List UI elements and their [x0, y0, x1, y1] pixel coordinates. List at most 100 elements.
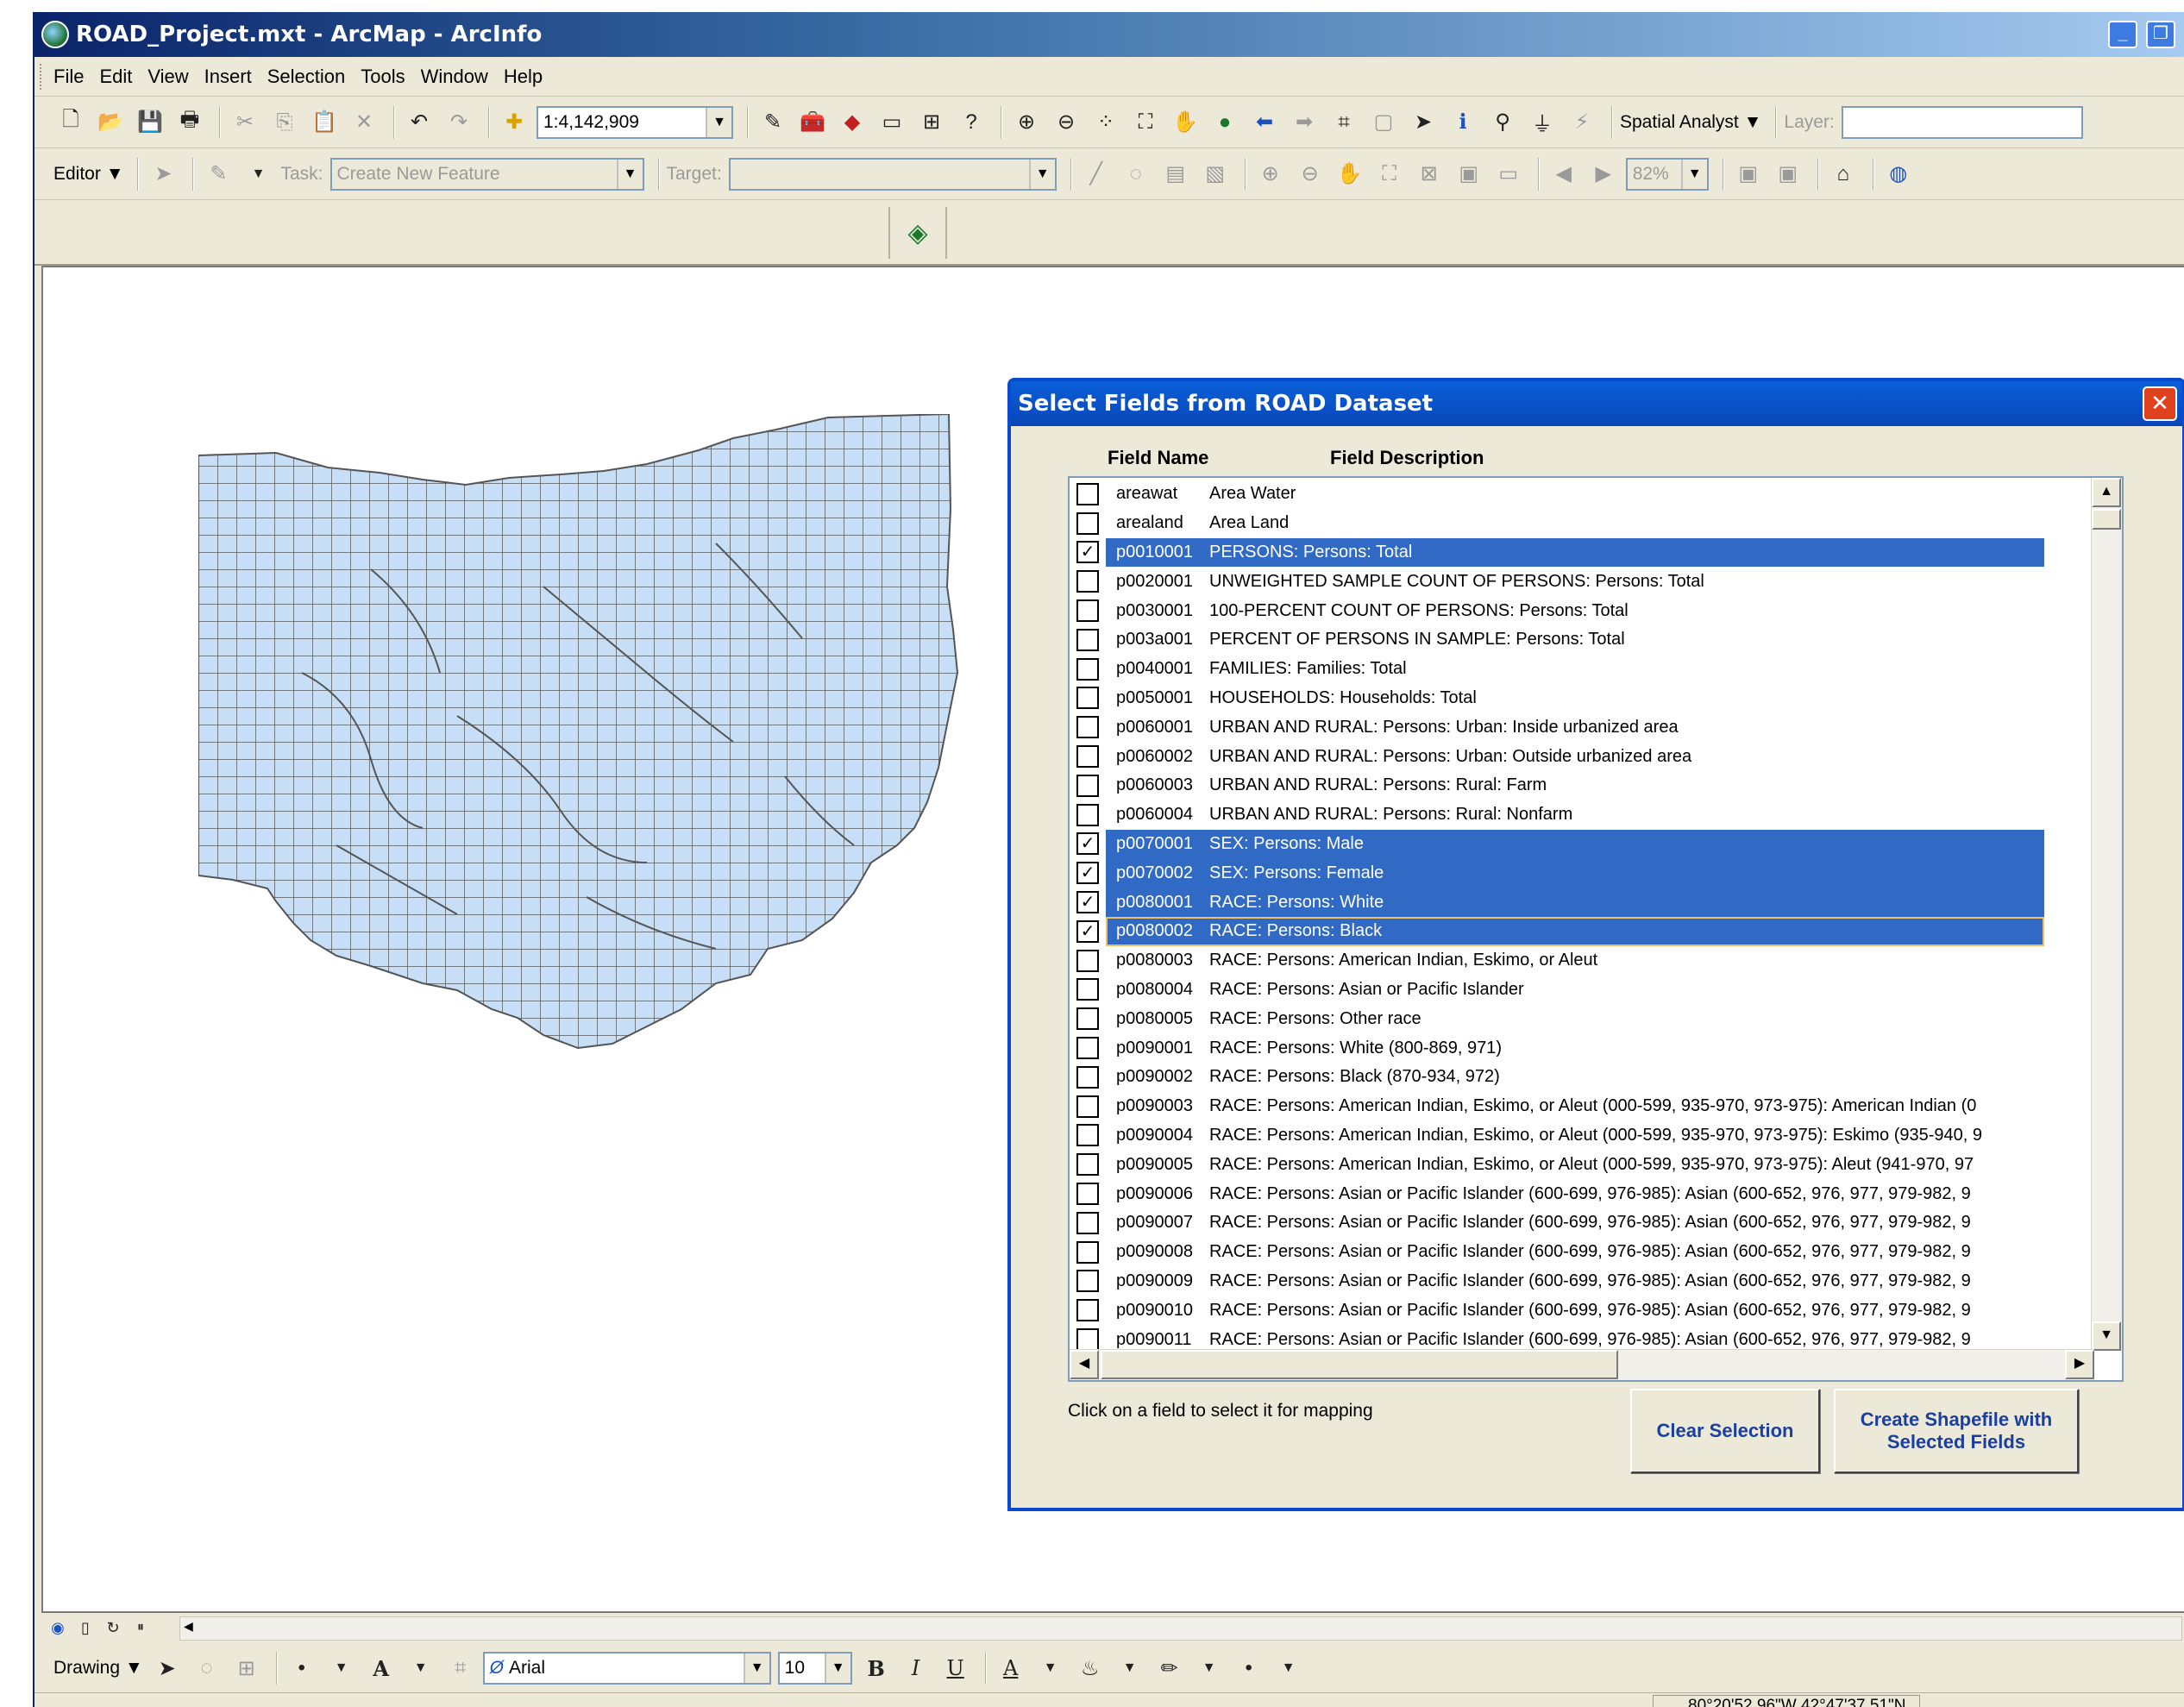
field-row-text[interactable]: p0060002 URBAN AND RURAL: Persons: Urban:… — [1106, 742, 2044, 771]
field-row-text[interactable]: p003a001 PERCENT OF PERSONS IN SAMPLE: Pe… — [1106, 625, 2044, 655]
close-icon[interactable]: ✕ — [2143, 386, 2177, 421]
new-point-icon[interactable]: • — [285, 1651, 319, 1685]
field-checkbox[interactable] — [1076, 716, 1099, 739]
field-row-text[interactable]: p0090006 RACE: Persons: Asian or Pacific … — [1106, 1179, 2044, 1208]
zoom-1-1-icon[interactable]: ▭ — [1491, 157, 1526, 191]
field-checkbox[interactable] — [1076, 1299, 1099, 1322]
line-color-icon[interactable]: ✏ — [1152, 1651, 1187, 1685]
minimize-button[interactable]: _ — [2108, 21, 2137, 48]
field-row-text[interactable]: p0090002 RACE: Persons: Black (870-934, 9… — [1106, 1063, 2044, 1092]
field-row[interactable]: p0090002 RACE: Persons: Black (870-934, 9… — [1070, 1063, 2044, 1092]
field-row[interactable]: arealand Area Land — [1070, 509, 2044, 538]
field-row-text[interactable]: p0090001 RACE: Persons: White (800-869, 9… — [1106, 1033, 2044, 1063]
edit-tool-icon[interactable]: ➤ — [146, 157, 180, 191]
field-checkbox[interactable]: ✓ — [1076, 541, 1099, 564]
field-row-text[interactable]: p0080005 RACE: Persons: Other race — [1106, 1004, 2044, 1033]
clear-selection-icon[interactable]: ▢ — [1366, 105, 1401, 140]
font-size-combo[interactable]: 10 ▼ — [777, 1652, 852, 1685]
marker-color-icon[interactable]: • — [1232, 1651, 1266, 1685]
copy-icon[interactable]: ⎘ — [267, 105, 302, 140]
field-row-text[interactable]: p0090005 RACE: Persons: American Indian, … — [1106, 1150, 2044, 1179]
scroll-left-icon[interactable]: ◀ — [1070, 1350, 1099, 1379]
field-row[interactable]: ✓ p0080001 RACE: Persons: White — [1070, 888, 2044, 917]
field-row-text[interactable]: p0090010 RACE: Persons: Asian or Pacific … — [1106, 1296, 2044, 1325]
task-combo[interactable]: Create New Feature ▼ — [329, 157, 644, 191]
field-checkbox[interactable] — [1076, 949, 1099, 972]
chevron-down-icon[interactable]: ▼ — [1271, 1651, 1306, 1685]
field-checkbox[interactable] — [1076, 1124, 1099, 1147]
underline-icon[interactable]: U — [938, 1651, 973, 1685]
field-row-text[interactable]: p0030001 100-PERCENT COUNT OF PERSONS: Pe… — [1106, 596, 2044, 625]
chevron-down-icon[interactable]: ▼ — [324, 1651, 359, 1685]
field-checkbox[interactable] — [1076, 1153, 1099, 1177]
field-row[interactable]: p0090003 RACE: Persons: American Indian, … — [1070, 1092, 2044, 1121]
field-row[interactable]: ✓ p0010001 PERSONS: Persons: Total — [1070, 537, 2044, 568]
font-color-icon[interactable]: A — [994, 1651, 1028, 1685]
field-row-text[interactable]: p0080003 RACE: Persons: American Indian, … — [1106, 946, 2044, 976]
zoom-in-icon[interactable]: ⊕ — [1009, 105, 1044, 140]
field-checkbox[interactable]: ✓ — [1076, 862, 1099, 885]
scroll-right-icon[interactable]: ▶ — [2065, 1350, 2094, 1379]
field-row[interactable]: ✓ p0070001 SEX: Persons: Male — [1070, 829, 2044, 859]
change-layout-icon[interactable]: ⌂ — [1826, 157, 1861, 191]
field-checkbox[interactable] — [1076, 511, 1099, 535]
scroll-left-icon[interactable]: ◀ — [184, 1619, 193, 1634]
field-row-text[interactable]: p0090008 RACE: Persons: Asian or Pacific … — [1106, 1238, 2044, 1267]
sketch-tool-icon[interactable]: ✎ — [201, 157, 235, 191]
field-row-text[interactable]: p0070002 SEX: Persons: Female — [1106, 858, 2044, 888]
select-elements-icon[interactable]: ➤ — [150, 1651, 185, 1685]
field-row[interactable]: p0060001 URBAN AND RURAL: Persons: Urban:… — [1070, 712, 2044, 742]
field-row-text[interactable]: p0080002 RACE: Persons: Black — [1106, 916, 2044, 946]
field-row-text[interactable]: p0050001 HOUSEHOLDS: Households: Total — [1106, 684, 2044, 713]
field-checkbox[interactable] — [1076, 570, 1099, 593]
layout-zoom-out-icon[interactable]: ⊖ — [1293, 157, 1327, 191]
rotate-element-icon[interactable]: ◌ — [190, 1651, 224, 1685]
road-tool-icon[interactable]: ◈ — [888, 207, 947, 259]
field-row[interactable]: p0090010 RACE: Persons: Asian or Pacific … — [1070, 1296, 2044, 1325]
zoom-to-elements-icon[interactable]: ⊞ — [229, 1651, 264, 1685]
field-row[interactable]: p0040001 FAMILIES: Families: Total — [1070, 655, 2044, 684]
find-binoculars-icon[interactable]: ⚲ — [1485, 105, 1520, 140]
chevron-down-icon[interactable]: ▼ — [706, 107, 731, 137]
field-row-text[interactable]: areawat Area Water — [1106, 480, 2044, 509]
menu-tools[interactable]: Tools — [361, 66, 405, 88]
map-scale-combo[interactable]: 1:4,142,909 ▼ — [537, 105, 733, 139]
field-row[interactable]: p0080003 RACE: Persons: American Indian, … — [1070, 946, 2044, 976]
hyperlink-icon[interactable]: ⚡ — [1565, 105, 1599, 140]
chevron-down-icon[interactable]: ▼ — [743, 1654, 769, 1683]
field-checkbox[interactable] — [1076, 1270, 1099, 1293]
field-checkbox[interactable] — [1076, 628, 1099, 651]
editor-menu[interactable]: Editor ▼ — [53, 164, 123, 185]
map-horizontal-scrollbar[interactable]: ◀ — [179, 1616, 2182, 1641]
menu-file[interactable]: File — [53, 66, 84, 88]
field-checkbox[interactable] — [1076, 1037, 1099, 1060]
field-row[interactable]: p0060002 URBAN AND RURAL: Persons: Urban:… — [1070, 742, 2044, 771]
field-checkbox[interactable] — [1076, 1095, 1099, 1118]
horizontal-scrollbar[interactable]: ◀ ▶ — [1070, 1349, 2094, 1380]
field-row[interactable]: ✓ p0070002 SEX: Persons: Female — [1070, 858, 2044, 888]
refresh-view-icon[interactable]: ↻ — [102, 1610, 124, 1645]
field-row-text[interactable]: p0060001 URBAN AND RURAL: Persons: Urban:… — [1106, 712, 2044, 742]
field-row-text[interactable]: p0090009 RACE: Persons: Asian or Pacific … — [1106, 1267, 2044, 1296]
target-combo[interactable]: ▼ — [728, 157, 1057, 191]
previous-extent-icon[interactable]: ◀ — [1547, 157, 1581, 191]
field-row-text[interactable]: p0080001 RACE: Persons: White — [1106, 888, 2044, 917]
select-features-icon[interactable]: ⌗ — [1327, 105, 1361, 140]
field-checkbox[interactable] — [1076, 482, 1099, 505]
field-row[interactable]: p0090004 RACE: Persons: American Indian, … — [1070, 1121, 2044, 1151]
print-icon[interactable]: 🖶 — [173, 105, 207, 140]
field-row[interactable]: p0090007 RACE: Persons: Asian or Pacific … — [1070, 1208, 2044, 1238]
font-combo[interactable]: Ø Arial ▼ — [482, 1652, 771, 1685]
chevron-down-icon[interactable]: ▼ — [1192, 1651, 1227, 1685]
field-checkbox[interactable] — [1076, 657, 1099, 681]
layer-combo[interactable] — [1841, 105, 2083, 139]
field-checkbox[interactable] — [1076, 803, 1099, 826]
field-row[interactable]: p0060003 URBAN AND RURAL: Persons: Rural:… — [1070, 771, 2044, 800]
new-document-icon[interactable]: 🗋 — [53, 105, 88, 140]
sketch-properties-icon[interactable]: ▧ — [1198, 157, 1233, 191]
menu-selection[interactable]: Selection — [267, 66, 346, 88]
rotate-tool-icon[interactable]: ◌ — [1119, 157, 1153, 191]
field-row-text[interactable]: p0010001 PERSONS: Persons: Total — [1106, 537, 2044, 568]
italic-icon[interactable]: I — [899, 1651, 933, 1685]
field-row[interactable]: ✓ p0080002 RACE: Persons: Black — [1070, 916, 2044, 946]
